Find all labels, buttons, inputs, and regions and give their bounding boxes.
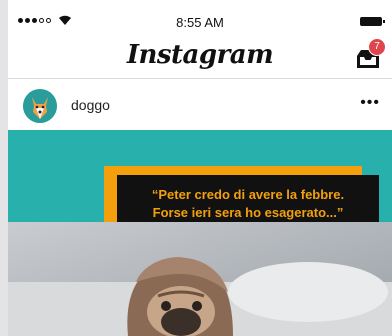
instagram-screen: 8:55 AM Instagram 7 doggo ••• “Peter cre… bbox=[8, 0, 392, 336]
post-image[interactable]: “Peter credo di avere la febbre. Forse i… bbox=[8, 130, 392, 336]
top-nav-bar: Instagram 7 bbox=[8, 34, 392, 79]
notification-badge: 7 bbox=[368, 38, 386, 56]
pug-photo bbox=[8, 222, 392, 336]
quote-line-2: Forse ieri sera ho esagerato...” bbox=[152, 205, 344, 220]
more-options-icon[interactable]: ••• bbox=[360, 94, 380, 112]
status-time: 8:55 AM bbox=[176, 15, 224, 30]
dog-avatar bbox=[23, 89, 57, 123]
quote-line-1: “Peter credo di avere la febbre. bbox=[151, 187, 345, 202]
post-username[interactable]: doggo bbox=[71, 97, 110, 113]
post-header: doggo ••• bbox=[8, 84, 392, 126]
avatar[interactable] bbox=[23, 89, 57, 123]
instagram-logo: Instagram bbox=[126, 40, 274, 70]
battery-icon bbox=[360, 17, 385, 26]
inbox-button[interactable]: 7 bbox=[354, 38, 386, 72]
